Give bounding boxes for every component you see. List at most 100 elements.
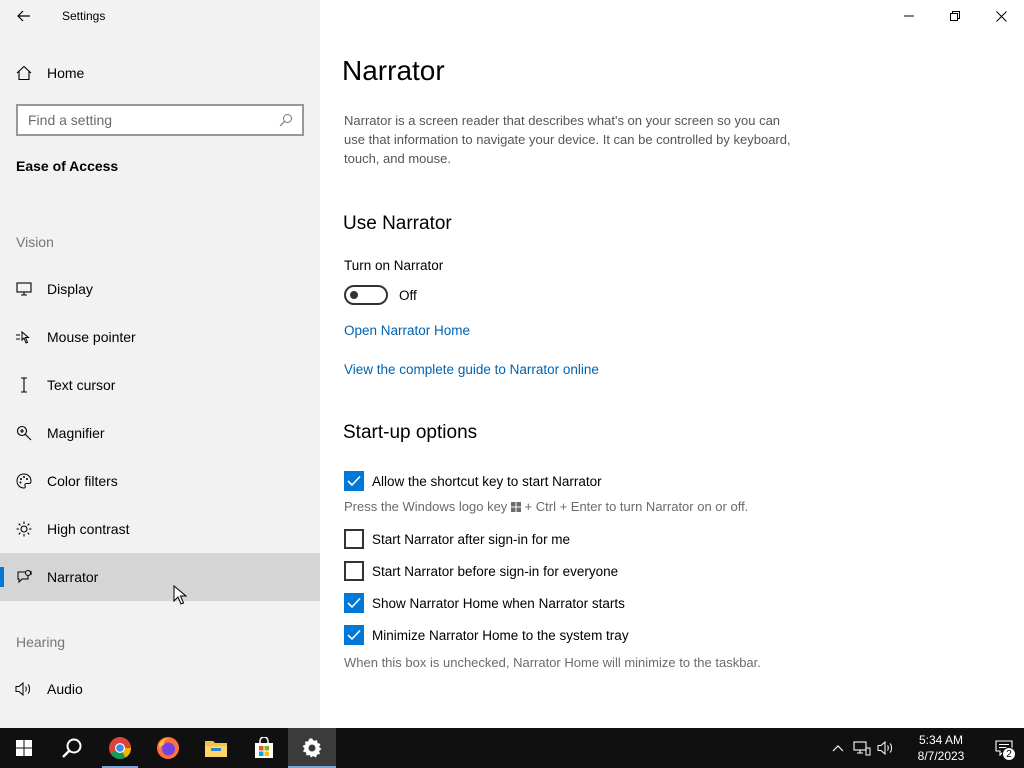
taskbar-search-button[interactable] [48, 728, 96, 768]
option-before-sign-in[interactable]: Start Narrator before sign-in for everyo… [344, 561, 618, 581]
narrator-toggle[interactable] [344, 285, 388, 305]
palette-icon [14, 471, 34, 491]
network-icon [853, 741, 871, 756]
selection-indicator [0, 567, 4, 587]
titlebar-left: Settings [0, 0, 320, 32]
store-icon [255, 737, 273, 758]
sidebar-item-label: Color filters [47, 473, 118, 489]
action-center-button[interactable]: 2 [984, 728, 1024, 768]
taskbar-store[interactable] [240, 728, 288, 768]
checkmark-icon [347, 629, 361, 641]
firefox-icon [157, 737, 179, 759]
checkbox[interactable] [344, 561, 364, 581]
start-button[interactable] [0, 728, 48, 768]
open-narrator-home-link[interactable]: Open Narrator Home [344, 323, 470, 338]
volume-icon [877, 740, 892, 756]
speaker-icon [14, 679, 34, 699]
checkbox[interactable] [344, 625, 364, 645]
search-box[interactable] [16, 104, 304, 136]
checkmark-icon [347, 475, 361, 487]
checkmark-icon [347, 597, 361, 609]
sidebar-item-label: Text cursor [47, 377, 116, 393]
group-label-hearing: Hearing [16, 634, 66, 650]
chevron-up-icon [832, 745, 844, 752]
taskbar-chrome[interactable] [96, 728, 144, 768]
chrome-icon [109, 737, 131, 759]
checkbox-label: Allow the shortcut key to start Narrator [372, 473, 602, 489]
network-button[interactable] [850, 728, 874, 768]
taskbar: 5:34 AM 8/7/2023 2 [0, 728, 1024, 768]
shortcut-hint-before: Press the Windows logo key [344, 499, 508, 514]
minimize-hint: When this box is unchecked, Narrator Hom… [344, 655, 761, 670]
search-icon [62, 738, 82, 758]
sidebar: Settings Home Ease of Access Vision Disp… [0, 0, 320, 728]
section-heading: Ease of Access [16, 158, 119, 174]
checkbox[interactable] [344, 593, 364, 613]
windows-logo-icon [510, 502, 521, 512]
option-minimize-tray[interactable]: Minimize Narrator Home to the system tra… [344, 625, 629, 645]
sidebar-item-label: Mouse pointer [47, 329, 136, 345]
magnifier-icon [14, 423, 34, 443]
close-icon [995, 10, 1007, 22]
checkbox-label: Start Narrator before sign-in for everyo… [372, 563, 619, 579]
narrator-icon [14, 567, 34, 587]
group-label-vision: Vision [16, 234, 54, 250]
checkbox[interactable] [344, 529, 364, 549]
close-button[interactable] [978, 0, 1024, 32]
checkbox-label: Show Narrator Home when Narrator starts [372, 595, 625, 611]
window-controls [886, 0, 1024, 32]
sidebar-item-color-filters[interactable]: Color filters [0, 457, 320, 505]
sidebar-item-label: Display [47, 281, 93, 297]
page-title: Narrator [342, 55, 445, 86]
sidebar-item-mouse-pointer[interactable]: Mouse pointer [0, 313, 320, 361]
sidebar-item-narrator[interactable]: Narrator [0, 553, 320, 601]
sidebar-item-label: High contrast [47, 521, 130, 537]
use-narrator-heading: Use Narrator [343, 213, 452, 234]
minimize-button[interactable] [886, 0, 932, 32]
show-hidden-icons[interactable] [826, 728, 850, 768]
text-cursor-icon [14, 375, 34, 395]
clock-time: 5:34 AM [918, 733, 964, 747]
sidebar-item-magnifier[interactable]: Magnifier [0, 409, 320, 457]
clock[interactable]: 5:34 AM 8/7/2023 [906, 732, 976, 764]
toggle-label: Turn on Narrator [344, 258, 444, 273]
clock-date: 8/7/2023 [917, 749, 965, 763]
back-arrow-icon [17, 10, 30, 22]
sidebar-item-high-contrast[interactable]: High contrast [0, 505, 320, 553]
main-content: Narrator Narrator is a screen reader tha… [320, 0, 1024, 728]
sidebar-item-display[interactable]: Display [0, 265, 320, 313]
option-shortcut-key[interactable]: Allow the shortcut key to start Narrator [344, 471, 602, 491]
toggle-state-label: Off [399, 288, 417, 303]
checkbox-label: Minimize Narrator Home to the system tra… [372, 627, 629, 643]
taskbar-settings[interactable] [288, 728, 336, 768]
shortcut-hint: Press the Windows logo key + Ctrl + Ente… [344, 498, 748, 516]
sidebar-item-text-cursor[interactable]: Text cursor [0, 361, 320, 409]
narrator-guide-link[interactable]: View the complete guide to Narrator onli… [344, 362, 599, 377]
high-contrast-icon [14, 519, 34, 539]
option-show-home[interactable]: Show Narrator Home when Narrator starts [344, 593, 625, 613]
restore-icon [950, 11, 960, 21]
restore-button[interactable] [932, 0, 978, 32]
back-button[interactable] [8, 2, 40, 30]
sidebar-item-audio[interactable]: Audio [0, 665, 320, 713]
start-icon [16, 740, 32, 756]
option-after-sign-in[interactable]: Start Narrator after sign-in for me [344, 529, 570, 549]
nav-home[interactable]: Home [0, 50, 320, 96]
minimize-icon [904, 15, 914, 17]
taskbar-file-explorer[interactable] [192, 728, 240, 768]
settings-icon [302, 738, 322, 758]
search-icon[interactable] [274, 108, 298, 132]
mouse-pointer-icon [14, 327, 34, 347]
taskbar-firefox[interactable] [144, 728, 192, 768]
checkbox-label: Start Narrator after sign-in for me [372, 531, 571, 547]
monitor-icon [14, 279, 34, 299]
shortcut-hint-after: + Ctrl + Enter to turn Narrator on or of… [524, 499, 749, 514]
checkbox[interactable] [344, 471, 364, 491]
app-title: Settings [62, 9, 106, 23]
file-explorer-icon [205, 741, 227, 757]
toggle-knob [350, 291, 358, 299]
home-icon [14, 63, 34, 83]
nav-home-label: Home [47, 65, 85, 81]
search-input[interactable] [18, 112, 274, 128]
volume-button[interactable] [874, 728, 898, 768]
